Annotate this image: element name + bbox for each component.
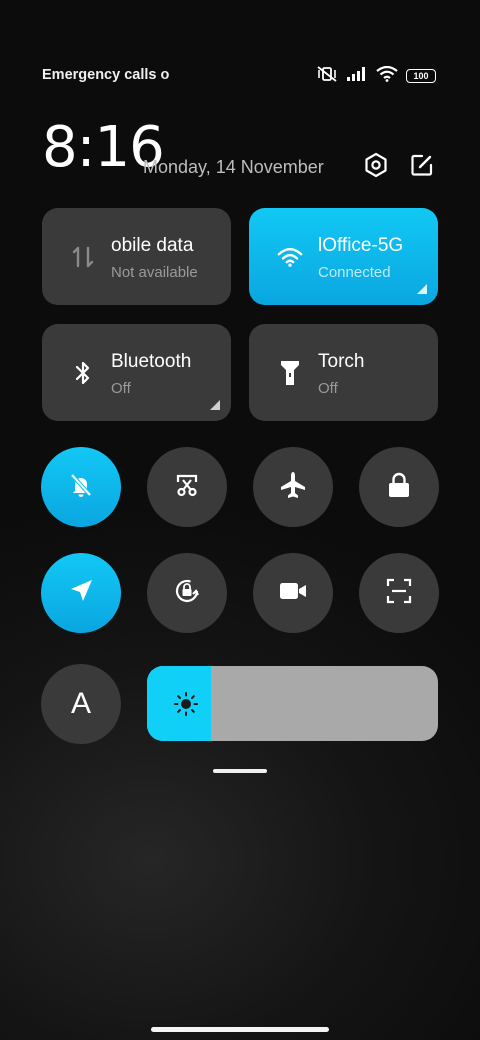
scanner-toggle[interactable] bbox=[359, 553, 439, 633]
torch-tile[interactable]: Torch Off bbox=[249, 324, 438, 421]
vibrate-off-icon bbox=[316, 65, 338, 88]
date: Monday, 14 November bbox=[143, 157, 324, 177]
torch-icon bbox=[277, 360, 303, 386]
lock-icon bbox=[386, 471, 412, 504]
mobile-data-status: Not available bbox=[111, 264, 198, 281]
wifi-tile[interactable]: lOffice-5G Connected bbox=[249, 208, 438, 305]
wifi-status: Connected bbox=[318, 264, 391, 281]
edit-icon[interactable] bbox=[407, 150, 437, 180]
lock-screen-toggle[interactable] bbox=[359, 447, 439, 527]
settings-gear-icon[interactable] bbox=[361, 150, 391, 180]
torch-status: Off bbox=[318, 380, 338, 397]
video-icon bbox=[278, 580, 308, 607]
wifi-icon bbox=[277, 244, 303, 270]
panel-drag-handle[interactable] bbox=[213, 769, 267, 773]
bluetooth-label: Bluetooth bbox=[111, 351, 192, 372]
carrier-status-text: Emergency calls o bbox=[42, 67, 170, 83]
silent-mode-toggle[interactable] bbox=[41, 447, 121, 527]
rotation-lock-toggle[interactable] bbox=[147, 553, 227, 633]
brightness-slider[interactable] bbox=[147, 666, 438, 741]
status-icons: 100 bbox=[316, 65, 436, 88]
bluetooth-tile[interactable]: Bluetooth Off bbox=[42, 324, 231, 421]
screenshot-toggle[interactable] bbox=[147, 447, 227, 527]
home-gesture-bar[interactable] bbox=[151, 1027, 329, 1032]
bluetooth-icon bbox=[70, 360, 96, 386]
screenshot-icon bbox=[173, 471, 201, 504]
mute-bell-icon bbox=[67, 471, 95, 504]
wifi-expand-icon[interactable] bbox=[417, 284, 427, 294]
screen-recorder-toggle[interactable] bbox=[253, 553, 333, 633]
mobile-data-label: obile data bbox=[111, 235, 194, 256]
airplane-mode-toggle[interactable] bbox=[253, 447, 333, 527]
scanner-icon bbox=[385, 577, 413, 610]
bluetooth-status: Off bbox=[111, 380, 131, 397]
mobile-data-tile[interactable]: obile data Not available bbox=[42, 208, 231, 305]
airplane-icon bbox=[278, 470, 308, 505]
location-toggle[interactable] bbox=[41, 553, 121, 633]
wifi-status-icon bbox=[376, 65, 398, 87]
auto-brightness-label: A bbox=[70, 687, 91, 720]
torch-label: Torch bbox=[318, 351, 365, 372]
rotation-lock-icon bbox=[172, 576, 202, 611]
wifi-network-name: lOffice-5G bbox=[318, 235, 404, 256]
battery-icon: 100 bbox=[406, 69, 436, 83]
signal-icon bbox=[346, 66, 368, 87]
mobile-data-icon bbox=[70, 244, 96, 270]
auto-brightness-button[interactable]: A bbox=[41, 664, 121, 744]
bluetooth-expand-icon[interactable] bbox=[210, 400, 220, 410]
brightness-sun-icon bbox=[173, 691, 199, 717]
location-icon bbox=[68, 578, 94, 609]
